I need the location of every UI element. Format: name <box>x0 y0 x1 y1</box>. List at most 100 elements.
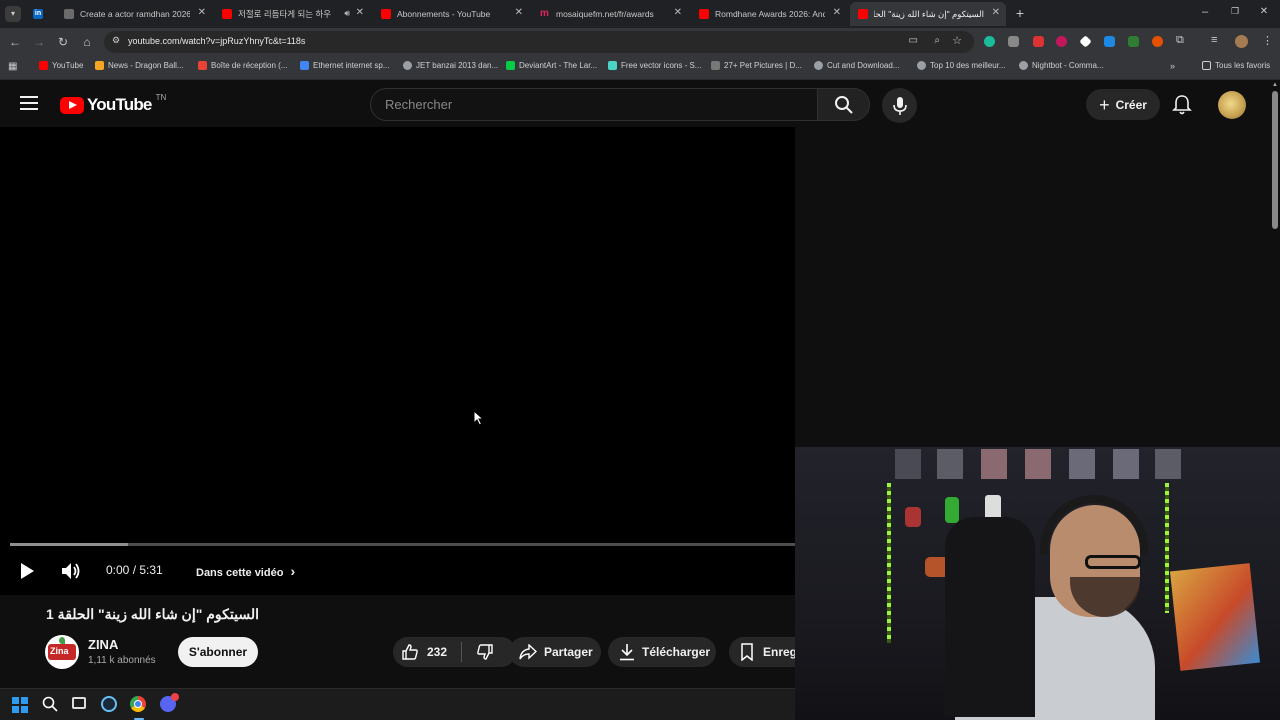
extension-icon[interactable] <box>1128 36 1139 47</box>
extension-icon[interactable] <box>984 36 995 47</box>
glasses <box>1085 555 1141 569</box>
page-icon <box>64 9 74 19</box>
bookmark-cut-download[interactable]: Cut and Download... <box>814 61 900 70</box>
extension-icon[interactable] <box>1152 36 1163 47</box>
microphone-icon <box>893 97 907 115</box>
close-icon[interactable]: ✕ <box>992 7 1000 18</box>
extension-icon[interactable] <box>1104 36 1115 47</box>
bookmark-nightbot[interactable]: Nightbot - Comma... <box>1019 61 1104 70</box>
tab-create-actor[interactable]: Create a actor ramdhan 2026 T ✕ <box>56 2 212 26</box>
start-button[interactable] <box>12 697 28 713</box>
home-button[interactable]: ⌂ <box>79 34 95 50</box>
close-icon[interactable]: ✕ <box>515 7 523 18</box>
notifications-button[interactable] <box>1172 94 1194 116</box>
forward-button[interactable]: → <box>31 34 47 50</box>
youtube-logo[interactable]: YouTube TN <box>60 93 166 115</box>
reload-button[interactable]: ↻ <box>55 34 71 50</box>
like-button[interactable]: 232 <box>393 637 461 667</box>
mute-button[interactable] <box>60 561 82 581</box>
channel-name[interactable]: ZINA <box>88 637 118 652</box>
search-input[interactable]: Rechercher <box>370 88 818 121</box>
steam-button[interactable] <box>101 696 119 714</box>
bookmark-free-vector-icons[interactable]: Free vector icons - S... <box>608 61 701 70</box>
maximize-button[interactable]: ❐ <box>1228 6 1242 20</box>
linkedin-pinned-tab[interactable]: in <box>30 6 46 22</box>
led-strip-left <box>887 483 891 643</box>
tab-romdhane-awards[interactable]: Romdhane Awards 2026: And T ✕ <box>691 2 847 26</box>
extension-icon[interactable] <box>1056 36 1067 47</box>
like-dislike-group: 232 <box>393 637 516 667</box>
voice-search-button[interactable] <box>882 88 917 123</box>
extension-icon[interactable] <box>1008 36 1019 47</box>
apps-grid-icon[interactable]: ▦ <box>8 61 17 72</box>
more-bookmarks-icon[interactable]: » <box>1170 61 1175 71</box>
chrome-button[interactable] <box>130 696 148 714</box>
install-app-icon[interactable]: ▭ <box>909 35 918 46</box>
url-text[interactable]: youtube.com/watch?v=jpRuzYhnyTc&t=118s <box>128 36 305 46</box>
extension-icon[interactable] <box>1033 36 1044 47</box>
taskbar-search-button[interactable] <box>42 696 60 714</box>
download-button[interactable]: Télécharger <box>608 637 716 667</box>
star-icon[interactable]: ☆ <box>952 34 962 47</box>
globe-icon <box>1019 61 1028 70</box>
chrome-icon <box>130 696 146 712</box>
close-window-button[interactable]: ✕ <box>1257 6 1271 20</box>
page-scrollbar[interactable]: ▲ <box>1270 81 1280 447</box>
discord-button[interactable] <box>160 693 179 714</box>
play-button[interactable] <box>18 562 36 580</box>
in-this-video-button[interactable]: Dans cette vidéo › <box>196 563 295 579</box>
back-button[interactable]: ← <box>7 34 23 50</box>
bookmarks-bar: ▦ YouTube News - Dragon Ball... Boîte de… <box>0 56 1280 80</box>
search-button[interactable] <box>817 88 870 121</box>
bookmark-inbox[interactable]: Boîte de réception (... <box>198 61 288 70</box>
bookmark-jet-banzai[interactable]: JET banzai 2013 dan... <box>403 61 498 70</box>
account-avatar[interactable] <box>1218 91 1246 119</box>
create-button[interactable]: + Créer <box>1086 89 1160 120</box>
scrollbar-thumb[interactable] <box>1272 91 1278 229</box>
dislike-button[interactable] <box>462 637 508 667</box>
media-control-icon[interactable]: ≡ <box>1211 34 1217 46</box>
progress-bar[interactable] <box>10 543 795 546</box>
close-icon[interactable]: ✕ <box>674 7 682 18</box>
download-icon <box>620 644 634 661</box>
site-info-icon[interactable]: ⚙︎ <box>112 35 120 46</box>
close-icon[interactable]: ✕ <box>198 7 206 18</box>
bookmark-deviantart[interactable]: DeviantArt - The Lar... <box>506 61 597 70</box>
new-tab-button[interactable]: + <box>1012 5 1028 21</box>
progress-buffered <box>10 543 128 546</box>
youtube-icon <box>858 9 868 19</box>
video-player[interactable]: 0:00 / 5:31 Dans cette vidéo › <box>0 127 795 595</box>
bookmark-pet-pictures[interactable]: 27+ Pet Pictures | D... <box>711 61 802 70</box>
channel-avatar[interactable]: Zina <box>45 635 79 669</box>
tab-search-button[interactable]: ▾ <box>5 6 21 22</box>
address-bar[interactable]: ⚙︎ youtube.com/watch?v=jpRuzYhnyTc&t=118… <box>104 31 974 53</box>
close-icon[interactable]: ✕ <box>833 7 841 18</box>
share-button[interactable]: Partager <box>509 637 601 667</box>
mail-icon <box>198 61 207 70</box>
bookmark-dragon-ball[interactable]: News - Dragon Ball... <box>95 61 184 70</box>
extension-icon[interactable] <box>1079 35 1092 48</box>
tab-korean-video[interactable]: 저절로 리듬타게 되는 하우 🔊︎ ✕ <box>214 2 370 26</box>
subscriber-count: 1,11 k abonnés <box>88 655 156 666</box>
menu-button[interactable] <box>20 96 38 110</box>
windows-taskbar <box>0 688 795 720</box>
bookmark-youtube[interactable]: YouTube <box>39 61 83 70</box>
minimize-button[interactable]: – <box>1198 6 1212 20</box>
subscribe-button[interactable]: S'abonner <box>178 637 258 667</box>
tab-current-video[interactable]: السيتكوم "إن شاء الله زينة" الحلقة ✕ <box>850 2 1006 26</box>
speaker-icon[interactable]: 🔊︎ <box>344 8 350 19</box>
close-icon[interactable]: ✕ <box>356 7 364 18</box>
puzzle-icon[interactable]: ⧉ <box>1176 34 1184 47</box>
scroll-up-icon[interactable]: ▲ <box>1272 82 1278 88</box>
tab-abonnements[interactable]: Abonnements - YouTube ✕ <box>373 2 529 26</box>
profile-avatar[interactable] <box>1235 35 1248 48</box>
folder-icon <box>1202 61 1211 70</box>
youtube-header: YouTube TN Rechercher + Créer <box>0 81 1270 127</box>
bookmark-ethernet[interactable]: Ethernet internet sp... <box>300 61 390 70</box>
all-bookmarks-folder[interactable]: Tous les favoris <box>1202 61 1270 70</box>
more-menu-icon[interactable]: ⋮ <box>1262 34 1273 47</box>
zoom-icon[interactable]: ⌕ <box>934 35 940 46</box>
bookmark-top-10[interactable]: Top 10 des meilleur... <box>917 61 1006 70</box>
task-view-button[interactable] <box>72 697 90 713</box>
tab-mosaiquefm[interactable]: m mosaiquefm.net/fr/awards ✕ <box>532 2 688 26</box>
